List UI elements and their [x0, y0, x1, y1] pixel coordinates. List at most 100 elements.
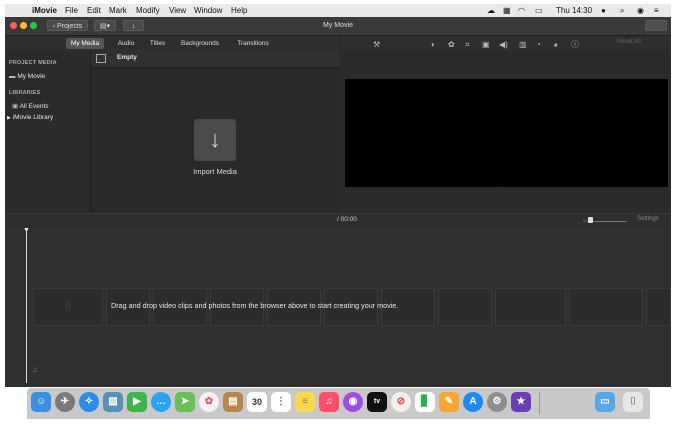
music-icon[interactable]: ♫ — [319, 392, 339, 412]
menu-mark[interactable]: Mark — [109, 4, 127, 17]
color-balance-icon[interactable]: ◐ — [431, 40, 436, 49]
volume-icon[interactable]: ◀) — [499, 40, 508, 49]
film-icon: ▯ — [65, 301, 71, 312]
disclosure-triangle-icon[interactable]: ▶ — [7, 115, 11, 121]
star-grid-icon: ▣ — [12, 103, 19, 110]
sidebar-toggle-icon[interactable] — [96, 54, 106, 63]
film-icon: ▬ — [9, 73, 16, 80]
menu-bar: iMovie File Edit Mark Modify View Window… — [5, 4, 671, 17]
sidebar-item-label: iMovie Library — [12, 114, 54, 121]
zoom-slider-thumb[interactable] — [588, 217, 593, 223]
menu-app-name[interactable]: iMovie — [32, 4, 57, 17]
menu-view[interactable]: View — [169, 4, 186, 17]
close-window-button[interactable] — [10, 22, 17, 29]
maps-icon[interactable]: ➤ — [175, 392, 195, 412]
event-title: Empty — [117, 54, 137, 61]
menu-help[interactable]: Help — [231, 4, 247, 17]
media-view-toggle[interactable]: ▤▾ — [94, 20, 116, 31]
pages-icon[interactable]: ✎ — [439, 392, 459, 412]
spotlight-search-icon[interactable]: ⌕ — [620, 6, 624, 15]
folder-icon[interactable]: ▭ — [595, 392, 615, 412]
project-media-header: PROJECT MEDIA — [9, 60, 57, 66]
imovie-window: My Movie ‹ Projects ▤▾ ↓ My Media Audio … — [5, 17, 671, 387]
calendar-day: 30 — [251, 397, 262, 407]
clip-placeholder — [495, 288, 566, 326]
tab-audio[interactable]: Audio — [113, 38, 139, 49]
user-icon[interactable]: ● — [601, 6, 606, 15]
sidebar-item-all-events[interactable]: ▣ All Events — [12, 102, 49, 110]
notes-icon[interactable]: ≡ — [295, 392, 315, 412]
facetime-icon[interactable]: ▶ — [127, 392, 147, 412]
timeline-empty-message: Drag and drop video clips and photos fro… — [111, 301, 399, 310]
magic-wand-icon[interactable]: ⚒ — [373, 40, 380, 49]
menu-modify[interactable]: Modify — [136, 4, 160, 17]
download-arrow-icon: ↓ — [209, 126, 221, 153]
viewer-toolbar: ⚒ ◐ ✿ ⌗ ▣ ◀) ▥ ◔ ◕ ⓘ Reset All — [341, 36, 671, 51]
battery-icon[interactable]: ▭ — [535, 6, 543, 15]
trash-icon[interactable]: ⌷ — [623, 392, 643, 412]
creative-cloud-icon[interactable]: ☁ — [487, 6, 495, 15]
notification-center-icon[interactable]: ≡ — [654, 6, 659, 15]
settings-button[interactable]: Settings — [637, 216, 659, 222]
messages-icon[interactable]: … — [151, 392, 171, 412]
import-media-button[interactable]: ↓ — [194, 119, 236, 161]
calendar-icon[interactable]: 30 — [247, 392, 267, 412]
timeline[interactable]: ▼ ▯ Drag and drop video clips and photos… — [5, 227, 671, 387]
clip-placeholder: ▯ — [33, 288, 103, 326]
browser-tabs: My Media Audio Titles Backgrounds Transi… — [5, 36, 340, 52]
siri-icon[interactable]: ◉ — [637, 6, 644, 15]
contacts-icon[interactable]: ▤ — [223, 392, 243, 412]
app-store-icon[interactable]: A — [463, 392, 483, 412]
tab-my-media[interactable]: My Media — [66, 38, 104, 49]
info-icon[interactable]: ⓘ — [571, 40, 579, 49]
photo-preview-icon[interactable]: ▨ — [103, 392, 123, 412]
system-preferences-icon[interactable]: ⚙ — [487, 392, 507, 412]
menu-window[interactable]: Window — [194, 4, 222, 17]
bluetooth-icon[interactable]: ▦ — [503, 6, 511, 15]
video-viewer[interactable] — [345, 79, 668, 187]
launchpad-icon[interactable]: ✈ — [55, 392, 75, 412]
sidebar-item-imovie-library[interactable]: ▶ iMovie Library — [7, 114, 53, 121]
news-icon[interactable]: ⊘ — [391, 392, 411, 412]
libraries-header: LIBRARIES — [9, 90, 41, 96]
projects-button-label: Projects — [57, 23, 83, 30]
crop-icon[interactable]: ⌗ — [465, 40, 470, 49]
zoom-slider[interactable] — [587, 221, 627, 222]
photos-icon[interactable]: ✿ — [199, 392, 219, 412]
clip-filter-icon[interactable]: ◕ — [553, 40, 558, 49]
menu-file[interactable]: File — [65, 4, 78, 17]
finder-icon[interactable]: ☺ — [31, 392, 51, 412]
safari-icon[interactable]: ✧ — [79, 392, 99, 412]
menu-edit[interactable]: Edit — [87, 4, 101, 17]
noise-reduction-icon[interactable]: ▥ — [519, 40, 527, 49]
import-button[interactable]: ↓ — [123, 20, 144, 31]
tab-titles[interactable]: Titles — [145, 38, 170, 49]
reset-all-button[interactable]: Reset All — [617, 39, 641, 45]
clip-placeholder — [646, 288, 671, 326]
dock-divider — [539, 392, 540, 414]
reminders-icon[interactable]: ⋮ — [271, 392, 291, 412]
music-note-icon: ♫ — [32, 365, 38, 374]
tab-transitions[interactable]: Transitions — [231, 38, 275, 49]
minimize-window-button[interactable] — [20, 22, 27, 29]
download-arrow-icon: ↓ — [131, 23, 136, 30]
media-browser: Empty ↓ Import Media — [91, 51, 340, 212]
chevron-left-icon: ‹ — [52, 23, 56, 30]
projects-button[interactable]: ‹ Projects — [47, 20, 88, 31]
stabilization-icon[interactable]: ▣ — [482, 40, 490, 49]
imovie-icon[interactable]: ★ — [511, 392, 531, 412]
wifi-icon[interactable]: ◠ — [518, 6, 525, 15]
menu-clock[interactable]: Thu 14:30 — [556, 4, 592, 17]
tv-icon[interactable]: tv — [367, 392, 387, 412]
tab-backgrounds[interactable]: Backgrounds — [177, 38, 223, 49]
playhead[interactable] — [26, 231, 27, 383]
sidebar-item-label: All Events — [19, 103, 49, 110]
numbers-icon[interactable]: ▊ — [415, 392, 435, 412]
clip-placeholder — [438, 288, 492, 326]
sidebar-item-my-movie[interactable]: ▬ My Movie — [9, 73, 45, 80]
podcasts-icon[interactable]: ◉ — [343, 392, 363, 412]
zoom-window-button[interactable] — [30, 22, 37, 29]
color-correction-icon[interactable]: ✿ — [448, 40, 455, 49]
share-button[interactable] — [645, 20, 667, 31]
speed-icon[interactable]: ◔ — [536, 40, 541, 49]
